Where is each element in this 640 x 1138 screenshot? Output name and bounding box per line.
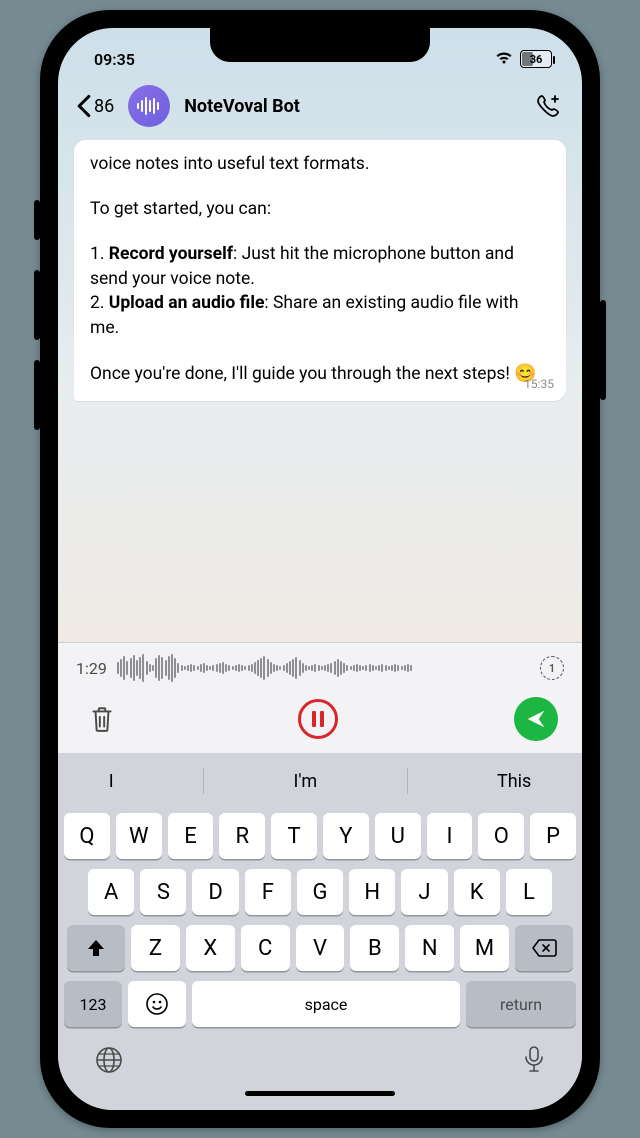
return-key[interactable]: return <box>466 981 576 1027</box>
globe-key[interactable] <box>94 1045 124 1079</box>
unread-count: 86 <box>94 96 114 117</box>
battery-percent: 36 <box>530 53 543 66</box>
device-notch <box>210 28 430 62</box>
back-button[interactable]: 86 <box>76 94 114 118</box>
status-time: 09:35 <box>94 50 135 69</box>
key-v[interactable]: V <box>296 925 345 971</box>
call-button[interactable] <box>536 92 564 120</box>
space-key[interactable]: space <box>192 981 460 1027</box>
wifi-icon <box>494 50 514 69</box>
chat-title: NoteVoval Bot <box>184 96 526 117</box>
numbers-key[interactable]: 123 <box>64 981 122 1027</box>
key-n[interactable]: N <box>405 925 454 971</box>
message-bubble[interactable]: voice notes into useful text formats. To… <box>74 140 566 401</box>
segment-timer-icon[interactable]: 1 <box>540 656 564 680</box>
key-d[interactable]: D <box>192 869 238 915</box>
message-line: voice notes into useful text formats. <box>90 152 550 177</box>
key-q[interactable]: Q <box>64 813 110 859</box>
home-indicator[interactable] <box>245 1091 395 1096</box>
key-l[interactable]: L <box>506 869 552 915</box>
key-o[interactable]: O <box>478 813 524 859</box>
chat-area[interactable]: voice notes into useful text formats. To… <box>58 136 582 642</box>
message-list-item: 1. Record yourself: Just hit the microph… <box>90 242 550 292</box>
key-h[interactable]: H <box>349 869 395 915</box>
keyboard: I I'm This QWERTYUIOP ASDFGHJKL ZXCVBNM … <box>58 753 582 1110</box>
dictation-key[interactable] <box>522 1045 546 1079</box>
key-a[interactable]: A <box>88 869 134 915</box>
shift-key[interactable] <box>67 925 125 971</box>
recording-duration: 1:29 <box>76 659 107 678</box>
message-line: Once you're done, I'll guide you through… <box>90 361 550 387</box>
divider <box>203 768 204 794</box>
pause-button[interactable] <box>298 699 338 739</box>
key-u[interactable]: U <box>375 813 421 859</box>
key-c[interactable]: C <box>241 925 290 971</box>
suggestion[interactable]: I'm <box>293 771 317 792</box>
key-p[interactable]: P <box>530 813 576 859</box>
chat-header: 86 NoteVoval Bot <box>58 76 582 136</box>
key-t[interactable]: T <box>271 813 317 859</box>
suggestion[interactable]: This <box>497 771 531 792</box>
key-s[interactable]: S <box>140 869 186 915</box>
voice-record-panel: 1:29 1 <box>58 642 582 753</box>
message-line: To get started, you can: <box>90 197 550 222</box>
message-timestamp: 15:35 <box>524 376 554 393</box>
key-y[interactable]: Y <box>323 813 369 859</box>
key-k[interactable]: K <box>454 869 500 915</box>
key-e[interactable]: E <box>168 813 214 859</box>
message-list-item: 2. Upload an audio file: Share an existi… <box>90 291 550 341</box>
suggestion[interactable]: I <box>109 771 114 792</box>
suggestions-row: I I'm This <box>64 759 576 803</box>
waveform[interactable] <box>117 653 530 683</box>
key-r[interactable]: R <box>219 813 265 859</box>
backspace-key[interactable] <box>515 925 573 971</box>
key-w[interactable]: W <box>116 813 162 859</box>
key-x[interactable]: X <box>186 925 235 971</box>
key-b[interactable]: B <box>350 925 399 971</box>
battery-icon: 36 <box>520 50 552 68</box>
key-f[interactable]: F <box>245 869 291 915</box>
bot-avatar[interactable] <box>128 85 170 127</box>
key-g[interactable]: G <box>297 869 343 915</box>
key-i[interactable]: I <box>427 813 473 859</box>
key-m[interactable]: M <box>460 925 509 971</box>
send-button[interactable] <box>514 697 558 741</box>
emoji-key[interactable] <box>128 981 186 1027</box>
trash-button[interactable] <box>82 699 122 739</box>
key-j[interactable]: J <box>401 869 447 915</box>
divider <box>407 768 408 794</box>
key-z[interactable]: Z <box>131 925 180 971</box>
